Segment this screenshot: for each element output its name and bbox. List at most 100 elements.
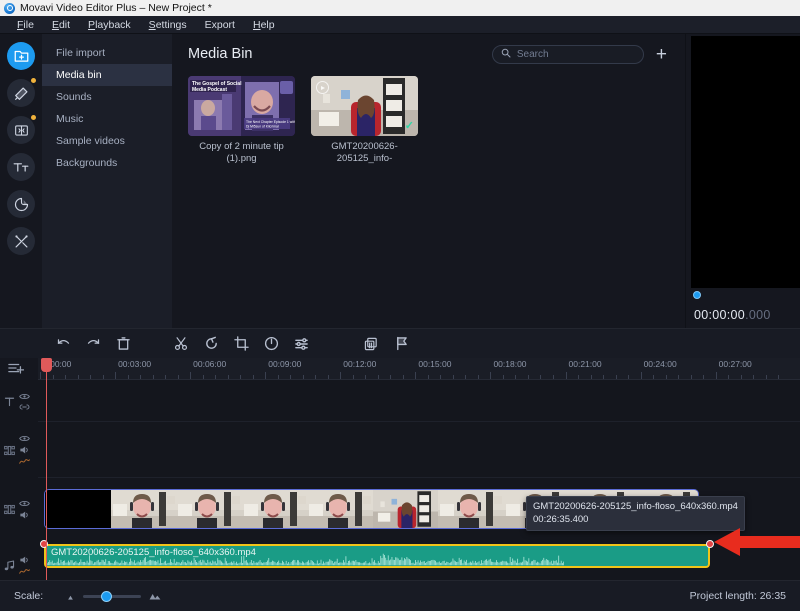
ruler-tick-mark (628, 375, 629, 379)
clip-thumbnail-frame (373, 490, 439, 528)
preview-seek-bar[interactable] (691, 288, 800, 302)
nav-item-sounds[interactable]: Sounds (42, 86, 172, 108)
media-thumbnail[interactable]: ✓ (311, 76, 418, 136)
speaker-icon[interactable] (19, 555, 30, 565)
redo-button[interactable] (78, 329, 108, 359)
nav-item-music[interactable]: Music (42, 108, 172, 130)
tools-icon (14, 234, 29, 249)
large-mountain-icon[interactable] (148, 592, 162, 600)
media-bin-header-actions: + (492, 45, 669, 64)
search-box[interactable] (492, 45, 644, 64)
delete-button[interactable] (108, 329, 138, 359)
ruler-tick-mark (566, 372, 567, 379)
preview-video-surface[interactable] (691, 36, 800, 288)
transitions-icon (14, 123, 29, 138)
ruler-tick-label: 00:27:00 (719, 359, 752, 369)
preview-timecode-main: 00:00:00 (694, 308, 745, 322)
ruler-tick-mark (103, 375, 104, 379)
import-icon (14, 49, 29, 64)
music-note-icon (3, 559, 16, 572)
ruler-tick-mark (603, 375, 604, 379)
stickers-icon (14, 197, 29, 212)
marker-flag-icon (395, 336, 408, 351)
timeline-ruler[interactable]: 0:00:0000:03:0000:06:0000:09:0000:12:000… (38, 358, 800, 380)
page-title: Media Bin (188, 46, 252, 62)
transition-wizard-button[interactable] (356, 329, 386, 359)
scale-slider[interactable] (65, 592, 162, 600)
speaker-icon[interactable] (19, 510, 30, 520)
ruler-tick-mark (378, 375, 379, 379)
nav-item-sample-videos[interactable]: Sample videos (42, 130, 172, 152)
ruler-tick-mark (440, 375, 441, 379)
menu-help[interactable]: Help (244, 16, 284, 34)
filters-rail-button[interactable] (7, 79, 35, 107)
preview-timecode: 00:00:00.000 (686, 302, 800, 328)
audio-clip-left-handle[interactable] (40, 540, 48, 548)
nav-item-media-bin[interactable]: Media bin (42, 64, 172, 86)
curve-icon[interactable] (19, 567, 30, 576)
speaker-icon[interactable] (19, 445, 30, 455)
stickers-rail-button[interactable] (7, 190, 35, 218)
audio-clip[interactable]: GMT20200626-205125_info-floso_640x360.mp… (44, 544, 710, 568)
ruler-tick-mark (253, 375, 254, 379)
titles-rail-button[interactable] (7, 153, 35, 181)
marker-flag-button[interactable] (386, 329, 416, 359)
menu-export[interactable]: Export (196, 16, 244, 34)
media-thumbnail[interactable]: The Gospel of SocialMedia PodcastThe Nex… (188, 76, 295, 136)
media-item[interactable]: The Gospel of SocialMedia PodcastThe Nex… (188, 76, 295, 165)
search-input[interactable] (517, 49, 635, 60)
crop-icon (234, 336, 249, 351)
ruler-tick-mark (390, 375, 391, 379)
ruler-tick-label: 00:21:00 (569, 359, 602, 369)
properties-icon (294, 337, 309, 351)
menu-edit[interactable]: Edit (43, 16, 79, 34)
eye-icon[interactable] (19, 499, 30, 508)
filters-icon (14, 86, 29, 101)
undo-button[interactable] (48, 329, 78, 359)
curve-icon[interactable] (19, 457, 30, 466)
transitions-rail-button[interactable] (7, 116, 35, 144)
cut-button[interactable] (166, 329, 196, 359)
nav-item-backgrounds[interactable]: Backgrounds (42, 152, 172, 174)
ruler-tick-mark (153, 375, 154, 379)
media-item[interactable]: ✓GMT20200626-205125_info- (311, 76, 418, 165)
ruler-tick-label: 00:03:00 (118, 359, 151, 369)
ruler-tick-mark (478, 375, 479, 379)
ruler-tick-mark (641, 372, 642, 379)
menu-settings[interactable]: Settings (140, 16, 196, 34)
scale-slider-knob[interactable] (101, 591, 112, 602)
svg-text:The Next Chapter Episode 1 wit: The Next Chapter Episode 1 with (246, 120, 295, 124)
menu-playback[interactable]: Playback (79, 16, 140, 34)
properties-button[interactable] (286, 329, 316, 359)
preview-seek-knob[interactable] (693, 291, 701, 299)
scale-label: Scale: (14, 590, 43, 602)
upper-panels: File importMedia binSoundsMusicSample vi… (0, 34, 800, 328)
color-adjust-button[interactable] (256, 329, 286, 359)
add-track-button[interactable] (8, 362, 24, 375)
crop-button[interactable] (226, 329, 256, 359)
import-rail-button[interactable] (7, 42, 35, 70)
tools-rail-button[interactable] (7, 227, 35, 255)
track-controls-overlay-video (19, 434, 30, 466)
track-lane-titles[interactable] (38, 380, 800, 422)
small-mountain-icon[interactable] (65, 593, 76, 600)
eye-icon[interactable] (19, 434, 30, 443)
link-icon[interactable] (19, 403, 30, 411)
eye-icon[interactable] (19, 392, 30, 401)
ruler-tick-mark (453, 375, 454, 379)
new-content-badge (31, 115, 36, 120)
scale-slider-track[interactable] (83, 595, 141, 598)
menu-file[interactable]: File (8, 16, 43, 34)
audio-clip-right-handle[interactable] (706, 540, 714, 548)
add-media-button[interactable]: + (654, 45, 669, 64)
nav-item-file-import[interactable]: File import (42, 42, 172, 64)
undo-icon (56, 337, 71, 351)
rotate-button[interactable] (196, 329, 226, 359)
preview-timecode-ms: .000 (745, 308, 771, 322)
track-controls-audio (19, 555, 30, 576)
ruler-tick-mark (778, 375, 779, 379)
film-strip-icon (3, 444, 16, 457)
timeline: 0:00:0000:03:0000:06:0000:09:0000:12:000… (0, 358, 800, 580)
track-lane-overlay-video[interactable] (38, 422, 800, 478)
play-icon[interactable] (316, 81, 329, 94)
